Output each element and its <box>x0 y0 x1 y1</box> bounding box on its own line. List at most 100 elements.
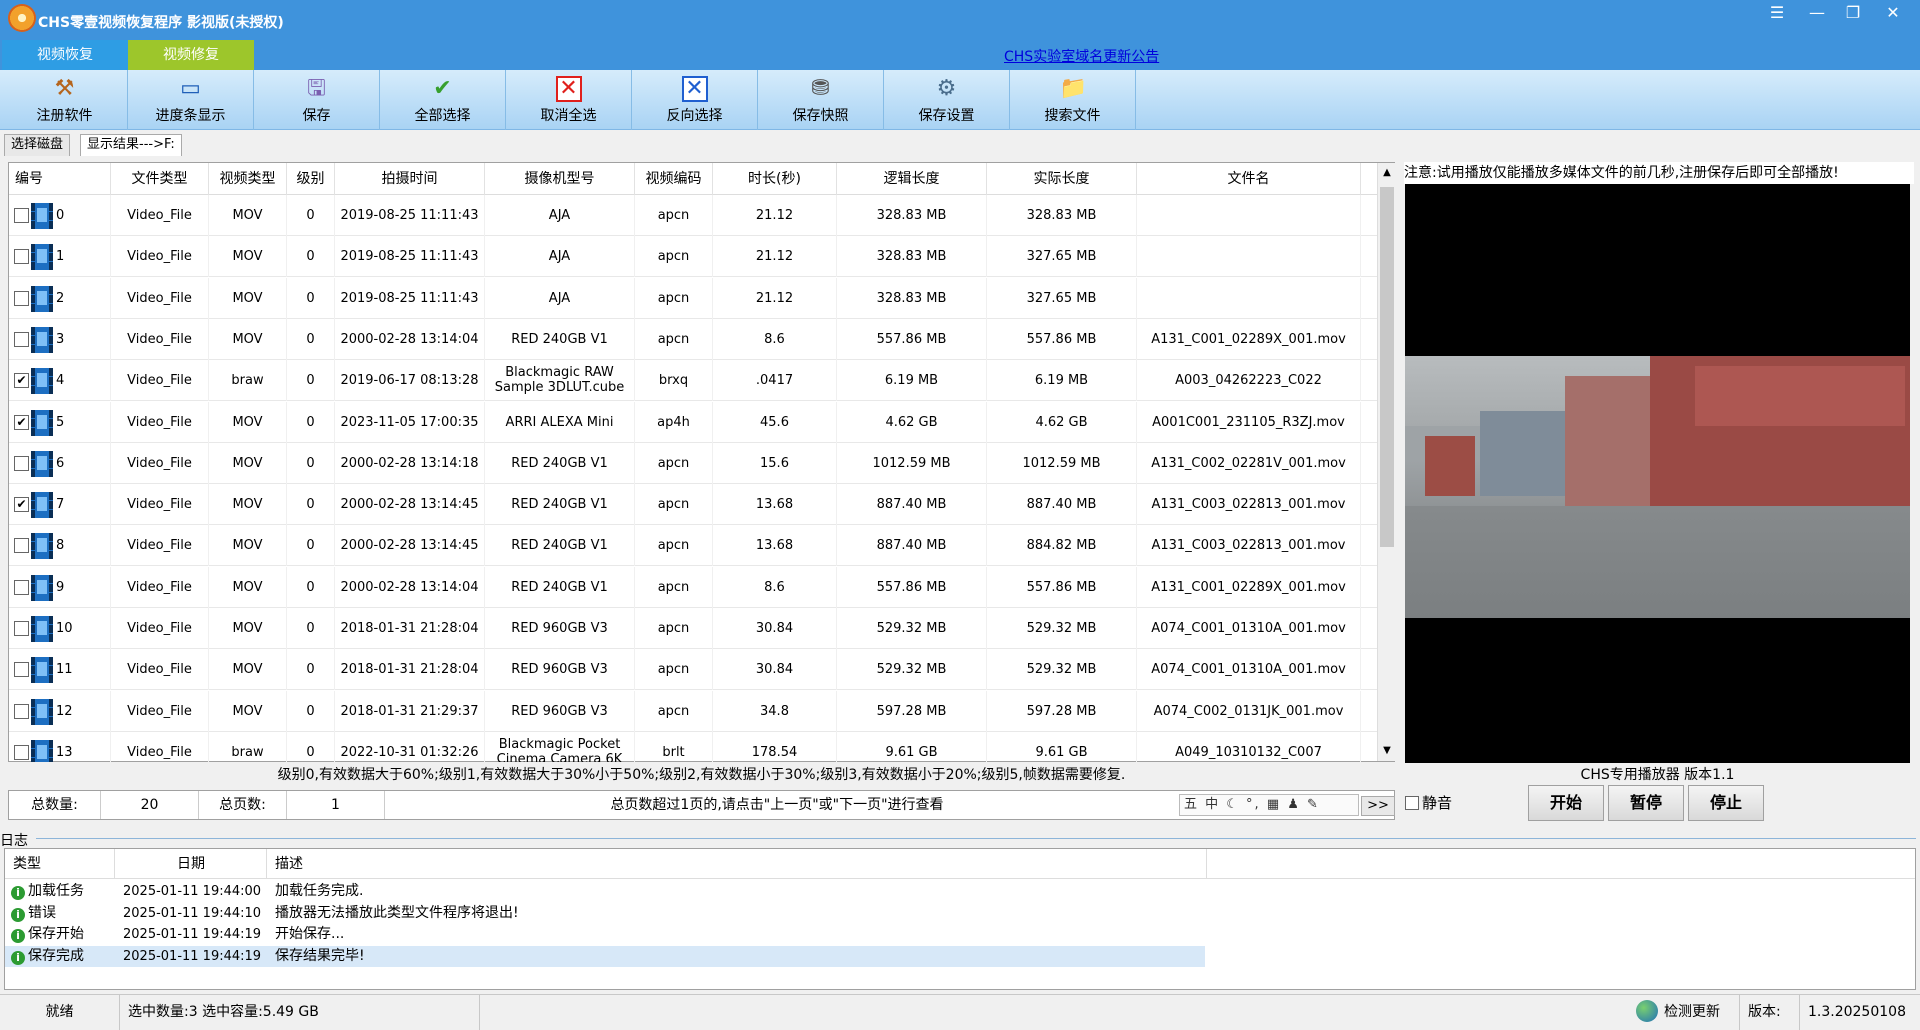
row-checkbox[interactable] <box>14 331 29 347</box>
col-file-name[interactable]: 文件名 <box>1137 163 1361 195</box>
col-codec[interactable]: 视频编码 <box>635 163 713 195</box>
log-row[interactable]: i 保存完成 2025-01-11 19:44:19 保存结果完毕! <box>5 945 1205 967</box>
video-preview[interactable] <box>1405 184 1910 763</box>
row-index: 11 <box>56 662 73 678</box>
video-file-icon <box>31 698 53 725</box>
cell-id: 11 <box>9 649 111 691</box>
col-duration[interactable]: 时长(秒) <box>713 163 837 195</box>
row-checkbox[interactable] <box>14 455 29 471</box>
table-header: 编号 文件类型 视频类型 级别 拍摄时间 摄像机型号 视频编码 时长(秒) 逻辑… <box>9 163 1377 195</box>
table-row[interactable]: 11 Video_File MOV 0 2018-01-31 21:28:04 RED 9… <box>9 649 1377 691</box>
row-checkbox[interactable] <box>14 208 29 223</box>
row-checkbox[interactable] <box>14 538 29 554</box>
table-row[interactable]: 6 Video_File MOV 0 2000-02-28 13:14:18 RED 24… <box>9 442 1377 484</box>
table-row[interactable]: 10 Video_File MOV 0 2018-01-31 21:28:04 RED 9… <box>9 608 1377 649</box>
cell-time: 2000-02-28 13:14:04 <box>335 318 485 360</box>
cell-ftype: Video_File <box>111 195 209 236</box>
next-page-button[interactable]: >> <box>1361 796 1395 816</box>
col-level[interactable]: 级别 <box>287 163 335 195</box>
log-type-text: 加载任务 <box>28 883 84 899</box>
scroll-up-icon[interactable]: ▲ <box>1378 163 1396 183</box>
row-checkbox[interactable] <box>14 744 29 760</box>
col-shoot-time[interactable]: 拍摄时间 <box>335 163 485 195</box>
mute-checkbox[interactable]: 静音 <box>1405 792 1452 813</box>
row-checkbox[interactable]: ✔ <box>14 497 29 513</box>
table-row[interactable]: 12 Video_File MOV 0 2018-01-31 21:29:37 RED 9… <box>9 690 1377 732</box>
total-pages-value: 1 <box>287 791 385 819</box>
save-snapshot-button[interactable]: ⛃ 保存快照 <box>758 70 884 130</box>
cell-id: ✔ 7 <box>9 484 111 526</box>
row-checkbox[interactable] <box>14 249 29 265</box>
mute-box[interactable] <box>1405 796 1419 810</box>
cell-actual: 529.32 MB <box>987 608 1137 649</box>
play-button[interactable]: 开始 <box>1528 785 1604 821</box>
log-col-type[interactable]: 类型 <box>5 849 115 879</box>
cell-ftype: Video_File <box>111 608 209 649</box>
log-col-date[interactable]: 日期 <box>115 849 267 879</box>
row-checkbox[interactable]: ✔ <box>14 373 29 389</box>
log-row[interactable]: i 加载任务 2025-01-11 19:44:00 加载任务完成. <box>5 881 1915 902</box>
tab-video-repair[interactable]: 视频修复 <box>128 40 254 70</box>
cell-actual: 1012.59 MB <box>987 442 1137 484</box>
tab-show-result[interactable]: 显示结果--->F: <box>80 134 182 156</box>
table-row[interactable]: 8 Video_File MOV 0 2000-02-28 13:14:45 RED 24… <box>9 525 1377 567</box>
scroll-down-icon[interactable]: ▼ <box>1378 741 1396 761</box>
row-checkbox[interactable] <box>14 579 29 595</box>
col-id[interactable]: 编号 <box>9 163 111 195</box>
log-date: 2025-01-11 19:44:10 <box>123 905 262 921</box>
register-button[interactable]: ⚒ 注册软件 <box>2 70 128 130</box>
col-video-type[interactable]: 视频类型 <box>209 163 287 195</box>
col-logical-size[interactable]: 逻辑长度 <box>837 163 987 195</box>
tab-video-recover[interactable]: 视频恢复 <box>2 40 128 70</box>
invert-selection-button[interactable]: ✕ 反向选择 <box>632 70 758 130</box>
table-row[interactable]: 9 Video_File MOV 0 2000-02-28 13:14:04 RED 24… <box>9 566 1377 608</box>
close-button[interactable]: ✕ <box>1880 2 1906 24</box>
col-file-type[interactable]: 文件类型 <box>111 163 209 195</box>
table-row[interactable]: 3 Video_File MOV 0 2000-02-28 13:14:04 RED 24… <box>9 318 1377 360</box>
col-actual-size[interactable]: 实际长度 <box>987 163 1137 195</box>
cell-codec: brxq <box>635 360 713 402</box>
cell-camera: RED 240GB V1 <box>485 318 635 360</box>
save-button[interactable]: 🖫 保存 <box>254 70 380 130</box>
row-checkbox[interactable] <box>14 662 29 678</box>
log-row[interactable]: i 错误 2025-01-11 19:44:10 播放器无法播放此类型文件程序将退出! <box>5 903 1915 924</box>
select-all-button[interactable]: ✔ 全部选择 <box>380 70 506 130</box>
search-file-button[interactable]: 📁 搜索文件 <box>1010 70 1136 130</box>
deselect-all-button[interactable]: ✕ 取消全选 <box>506 70 632 130</box>
check-update-button[interactable]: 检测更新 <box>1630 995 1740 1030</box>
cell-logical: 557.86 MB <box>837 318 987 360</box>
row-checkbox[interactable]: ✔ <box>14 414 29 430</box>
menu-icon[interactable]: ☰ <box>1764 2 1790 24</box>
log-col-desc[interactable]: 描述 <box>267 849 1207 879</box>
stop-button[interactable]: 停止 <box>1688 785 1764 821</box>
row-index: 9 <box>56 579 65 595</box>
table-row[interactable]: 1 Video_File MOV 0 2019-08-25 11:11:43 AJA apc… <box>9 236 1377 278</box>
log-desc: 保存结果完毕! <box>275 947 365 964</box>
cell-vtype: MOV <box>209 525 287 567</box>
row-checkbox[interactable] <box>14 703 29 719</box>
cell-logical: 9.61 GB <box>837 731 987 762</box>
table-row[interactable]: 13 Video_File braw 0 2022-10-31 01:32:26 Blac… <box>9 731 1377 762</box>
table-row[interactable]: ✔ 5 Video_File MOV 0 2023-11-05 17:00:35 ARRI … <box>9 401 1377 443</box>
minimize-button[interactable]: — <box>1804 2 1830 24</box>
ime-toolbar[interactable]: 五 中 ☾ °, ▦ ♟ ✎ <box>1179 794 1359 816</box>
tab-select-disk[interactable]: 选择磁盘 <box>4 134 71 156</box>
table-row[interactable]: ✔ 7 Video_File MOV 0 2000-02-28 13:14:45 RED 2… <box>9 484 1377 526</box>
pause-button[interactable]: 暂停 <box>1608 785 1684 821</box>
row-checkbox[interactable] <box>14 621 29 636</box>
col-camera-model[interactable]: 摄像机型号 <box>485 163 635 195</box>
table-scrollbar[interactable]: ▲ ▼ <box>1377 163 1395 761</box>
cell-dur: 13.68 <box>713 484 837 526</box>
scroll-thumb[interactable] <box>1380 187 1394 547</box>
save-settings-button[interactable]: ⚙ 保存设置 <box>884 70 1010 130</box>
video-file-icon <box>31 409 53 436</box>
cell-level: 0 <box>287 442 335 484</box>
progress-display-button[interactable]: ▭ 进度条显示 <box>128 70 254 130</box>
table-row[interactable]: ✔ 4 Video_File braw 0 2019-06-17 08:13:28 Blac… <box>9 360 1377 402</box>
table-row[interactable]: 0 Video_File MOV 0 2019-08-25 11:11:43 AJA apc… <box>9 195 1377 236</box>
log-row[interactable]: i 保存开始 2025-01-11 19:44:19 开始保存... <box>5 924 1915 945</box>
table-row[interactable]: 2 Video_File MOV 0 2019-08-25 11:11:43 AJA apc… <box>9 277 1377 319</box>
maximize-button[interactable]: ❐ <box>1840 2 1866 24</box>
row-checkbox[interactable] <box>14 290 29 306</box>
announcement-link[interactable]: CHS实验室域名更新公告 <box>1004 46 1159 66</box>
